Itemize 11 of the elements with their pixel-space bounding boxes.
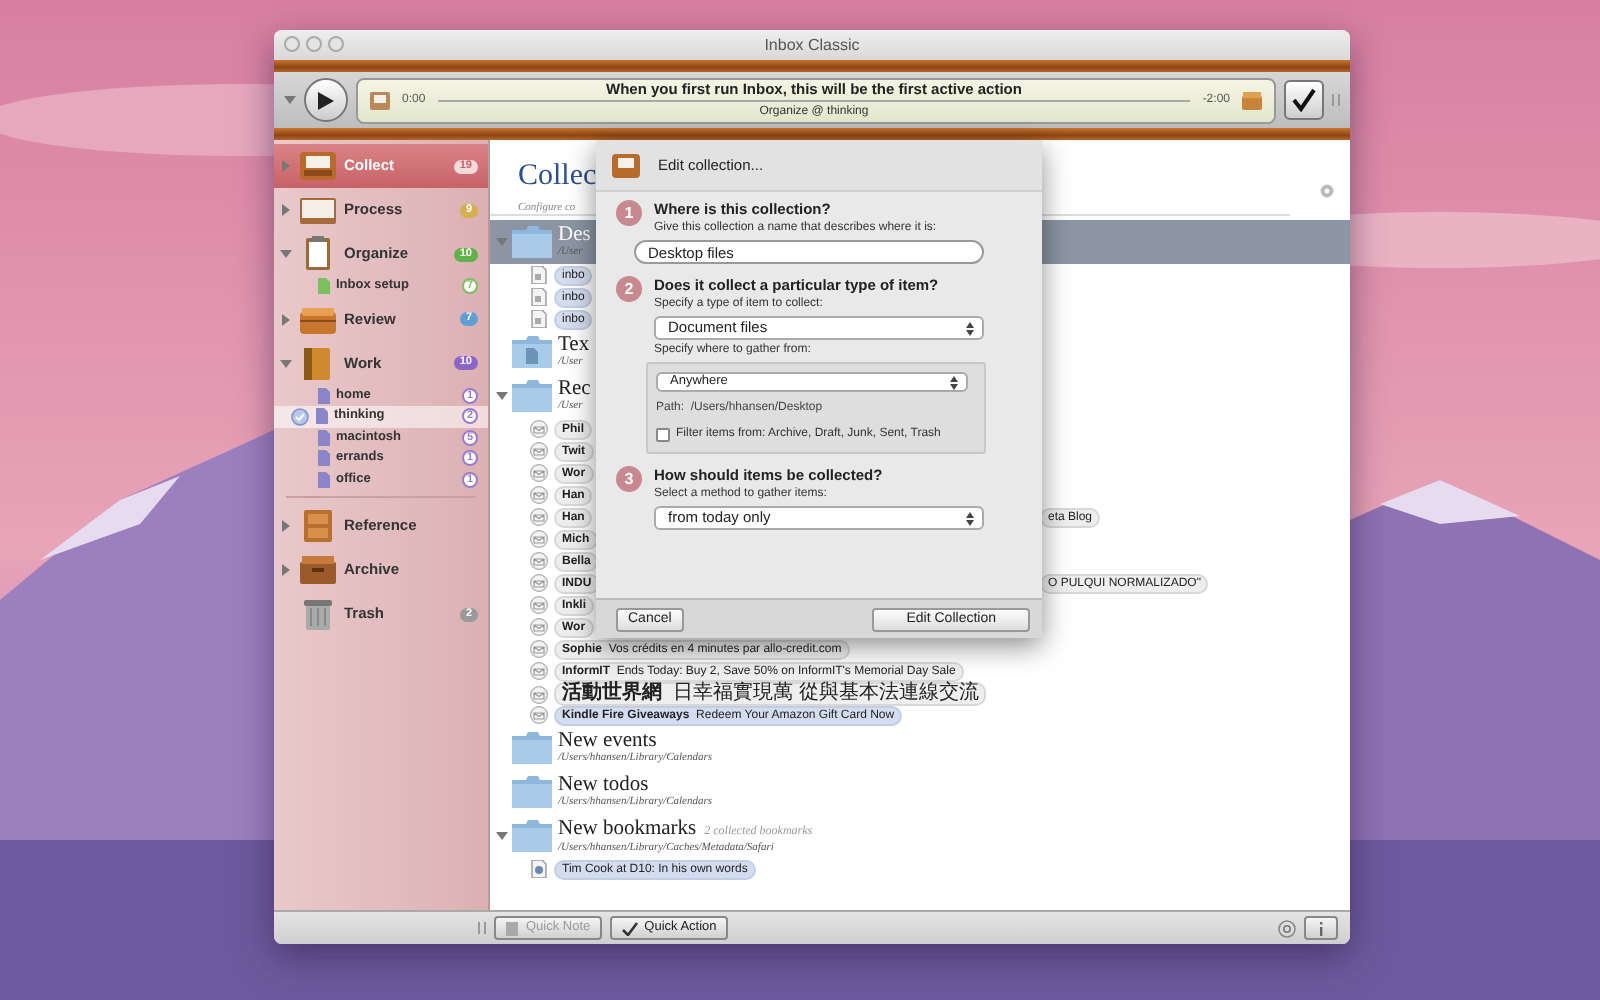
step-number: 1 <box>616 200 642 226</box>
collection-title: New events <box>558 730 657 752</box>
step-number: 2 <box>616 276 642 302</box>
window-title: Inbox Classic <box>764 33 860 57</box>
collection-title: Rec <box>558 378 591 400</box>
collection-title: Tex <box>558 334 590 356</box>
step-number: 3 <box>616 466 642 492</box>
page-title: Collec <box>518 160 597 192</box>
collection-title: Des <box>558 224 591 246</box>
collection-title: New bookmarks <box>558 817 697 839</box>
collection-title: New todos <box>558 774 649 796</box>
